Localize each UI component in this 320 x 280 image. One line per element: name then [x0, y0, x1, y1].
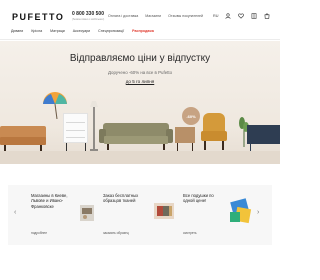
hero-subtitle: Доручено -60% на все в Pufetto	[107, 70, 173, 75]
promo-card-link[interactable]: смотреть	[183, 231, 197, 235]
hero-link[interactable]: до 5 го липня	[120, 79, 160, 84]
logo[interactable]: PUFETTO	[12, 12, 64, 22]
sale-badge: -60%	[182, 107, 200, 125]
nav-item-sofas[interactable]: Дивани	[11, 29, 23, 33]
hero-floor	[0, 151, 280, 164]
carousel-next-button[interactable]: ›	[257, 209, 259, 216]
promo-card-title: Заказ бесплатных образцов тканей	[103, 193, 139, 204]
phone-subtitle: (безкоштовно з мобільних)	[72, 18, 105, 21]
side-table-image	[175, 127, 195, 151]
nav-item-armchairs[interactable]: Крісла	[31, 29, 42, 33]
language-switch[interactable]: RU	[213, 14, 218, 18]
phone-number[interactable]: 0 800 330 500	[72, 11, 104, 17]
sofa-olive-image	[99, 123, 173, 151]
header-utils: RU	[213, 13, 270, 19]
top-links: Оплата і доставка Магазини Отзывы покупа…	[108, 14, 203, 18]
compare-icon[interactable]	[251, 13, 257, 19]
nav-item-special-offers[interactable]: Спецпропозиції	[98, 29, 124, 33]
pillows-image	[228, 196, 254, 226]
hero-banner[interactable]: Відправляємо ціни у відпустку Доручено -…	[0, 41, 280, 164]
cart-icon[interactable]	[264, 13, 270, 19]
promo-card-link[interactable]: подробнее	[31, 231, 47, 235]
carousel-prev-button[interactable]: ‹	[14, 209, 16, 216]
link-stores[interactable]: Магазини	[145, 14, 161, 18]
user-icon[interactable]	[225, 13, 232, 19]
sofa-orange-image	[0, 126, 46, 151]
link-payment-delivery[interactable]: Оплата і доставка	[108, 14, 138, 18]
phone-block: 0 800 330 500 (безкоштовно з мобільних)	[72, 11, 104, 21]
fabric-samples-image	[151, 198, 177, 224]
promo-card-title: Все подушки по одной цене!	[183, 193, 214, 204]
heart-icon[interactable]	[238, 13, 245, 19]
nav-item-accessories[interactable]: Аксесуари	[73, 29, 90, 33]
link-reviews[interactable]: Отзывы покупателей	[168, 14, 203, 18]
storefront-image	[79, 202, 95, 222]
site-header: PUFETTO 0 800 330 500 (безкоштовно з моб…	[0, 0, 280, 40]
armchair-image	[201, 113, 227, 151]
nav-item-sale[interactable]: Распродажа	[132, 29, 154, 33]
main-nav: Дивани Крісла Матраци Аксесуари Спецпроп…	[11, 29, 154, 33]
promo-card-title: Магазины в Киеве, Львове и Ивано-Франков…	[31, 193, 68, 209]
hero-title: Відправляємо ціни у відпустку	[69, 53, 211, 64]
cabinet-image	[247, 125, 280, 151]
promo-card-link[interactable]: заказать образец	[103, 231, 129, 235]
nav-item-mattresses[interactable]: Матраци	[50, 29, 65, 33]
dresser-image	[63, 113, 88, 151]
